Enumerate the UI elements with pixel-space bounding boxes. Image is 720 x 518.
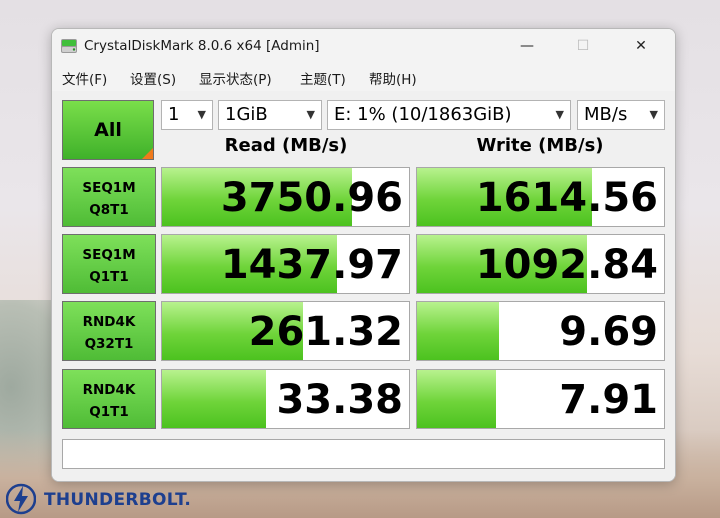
test-name: RND4K (82, 314, 136, 330)
menu-help[interactable]: 帮助(H) (369, 68, 417, 88)
corner-marker (142, 148, 153, 159)
unit-value: MB/s (584, 104, 628, 125)
write-value: 1092.84 (475, 242, 658, 288)
test-params: Q8T1 (89, 202, 129, 218)
test-params: Q1T1 (89, 269, 129, 285)
write-result-cell: 7.91 (416, 369, 665, 429)
read-value: 3750.96 (220, 175, 403, 221)
write-result-cell: 1614.56 (416, 167, 665, 227)
title-bar[interactable]: CrystalDiskMark 8.0.6 x64 [Admin] — ☐ ✕ (52, 29, 675, 63)
crystaldiskmark-app-icon (61, 39, 77, 53)
read-bar-fill (162, 370, 266, 428)
write-bar-fill (417, 370, 497, 428)
test-count-select[interactable]: 1 ▼ (161, 100, 213, 130)
write-result-cell: 9.69 (416, 301, 665, 361)
menu-bar: 文件(F) 设置(S) 显示状态(P) 主题(T) 帮助(H) (52, 63, 675, 91)
test-count-value: 1 (168, 104, 180, 125)
test-params: Q32T1 (84, 336, 134, 352)
drive-select[interactable]: E: 1% (10/1863GiB) ▼ (327, 100, 571, 130)
test-name: SEQ1M (82, 247, 136, 263)
read-value: 1437.97 (220, 242, 403, 288)
write-value: 7.91 (559, 377, 658, 423)
read-value: 33.38 (276, 377, 403, 423)
drive-value: E: 1% (10/1863GiB) (334, 104, 512, 125)
read-value: 261.32 (248, 309, 403, 355)
read-result-cell: 261.32 (161, 301, 410, 361)
menu-settings[interactable]: 设置(S) (130, 68, 176, 88)
test-button-seq1m-q8t1[interactable]: SEQ1M Q8T1 (62, 167, 156, 227)
menu-display-status[interactable]: 显示状态(P) (199, 68, 272, 88)
test-button-seq1m-q1t1[interactable]: SEQ1M Q1T1 (62, 234, 156, 294)
minimize-button[interactable]: — (504, 29, 550, 63)
run-all-label: All (94, 119, 122, 141)
write-column-header: Write (MB/s) (476, 135, 604, 156)
main-panel: All 1 ▼ 1GiB ▼ E: 1% (10/1863GiB) ▼ MB/s… (52, 91, 675, 481)
write-bar-fill (417, 302, 499, 360)
chevron-down-icon: ▼ (306, 108, 315, 121)
test-size-value: 1GiB (225, 104, 268, 125)
read-result-cell: 1437.97 (161, 234, 410, 294)
test-button-rnd4k-q1t1[interactable]: RND4K Q1T1 (62, 369, 156, 429)
write-value: 1614.56 (475, 175, 658, 221)
run-all-button[interactable]: All (62, 100, 154, 160)
chevron-down-icon: ▼ (555, 108, 564, 121)
test-name: SEQ1M (82, 180, 136, 196)
test-size-select[interactable]: 1GiB ▼ (218, 100, 322, 130)
menu-file[interactable]: 文件(F) (62, 68, 107, 88)
close-button[interactable]: ✕ (618, 29, 664, 63)
comment-input[interactable] (62, 439, 665, 469)
write-value: 9.69 (559, 309, 658, 355)
chevron-down-icon: ▼ (649, 108, 658, 121)
read-column-header: Read (MB/s) (224, 135, 348, 156)
maximize-button[interactable]: ☐ (560, 29, 606, 63)
app-window: CrystalDiskMark 8.0.6 x64 [Admin] — ☐ ✕ … (51, 28, 676, 482)
chevron-down-icon: ▼ (197, 108, 206, 121)
thunderbolt-brand-text: THUNDERBOLT. (44, 490, 192, 510)
window-title: CrystalDiskMark 8.0.6 x64 [Admin] (84, 38, 320, 54)
unit-select[interactable]: MB/s ▼ (577, 100, 665, 130)
thunderbolt-logo-icon (6, 483, 36, 515)
menu-theme[interactable]: 主题(T) (300, 68, 346, 88)
test-name: RND4K (82, 382, 136, 398)
read-result-cell: 3750.96 (161, 167, 410, 227)
test-params: Q1T1 (89, 404, 129, 420)
read-result-cell: 33.38 (161, 369, 410, 429)
write-result-cell: 1092.84 (416, 234, 665, 294)
test-button-rnd4k-q32t1[interactable]: RND4K Q32T1 (62, 301, 156, 361)
